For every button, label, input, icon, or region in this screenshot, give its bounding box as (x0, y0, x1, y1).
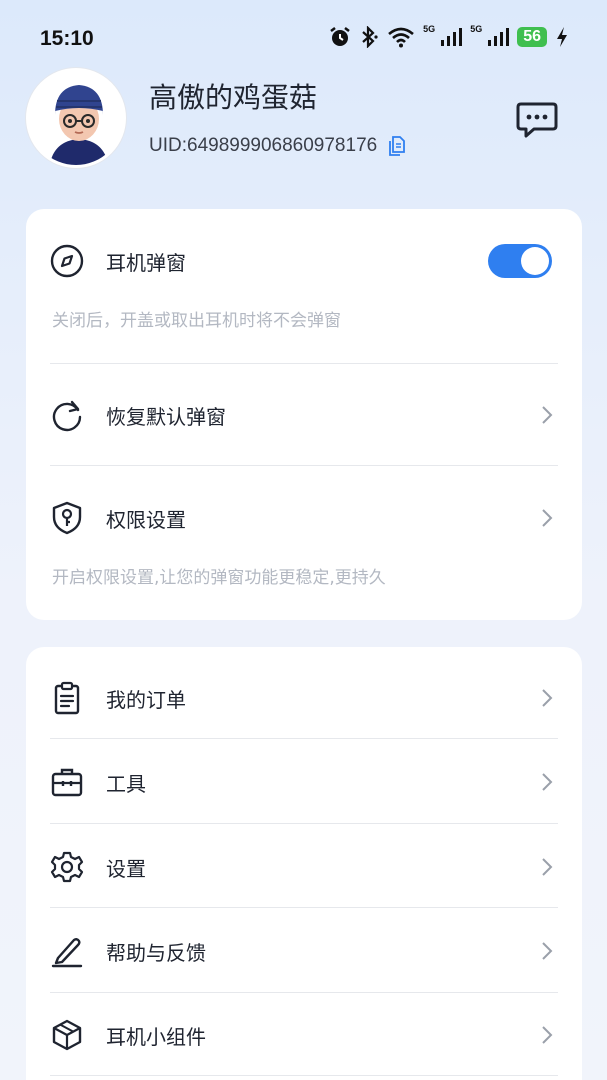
status-icons: 5G 5G 56 (329, 24, 569, 48)
menu-item-label: 我的订单 (106, 687, 186, 712)
cube-icon (50, 1018, 84, 1052)
charging-icon (557, 27, 567, 47)
toolbox-icon (50, 765, 84, 799)
clipboard-icon (50, 681, 84, 715)
avatar[interactable] (26, 68, 126, 168)
divider (50, 738, 558, 739)
chevron-right-icon (542, 773, 553, 791)
message-icon[interactable] (516, 100, 558, 140)
menu-item-help[interactable]: 帮助与反馈 (26, 933, 582, 969)
chevron-right-icon (542, 406, 553, 424)
signal-icon (441, 28, 463, 46)
chevron-right-icon (542, 689, 553, 707)
popup-toggle-hint: 关闭后，开盖或取出耳机时将不会弹窗 (52, 311, 341, 331)
pencil-icon (50, 934, 84, 968)
signal-icon (488, 28, 510, 46)
popup-settings-card: 耳机弹窗 关闭后，开盖或取出耳机时将不会弹窗 恢复默认弹窗 权限设置 开启权限设… (26, 209, 582, 620)
divider (50, 823, 558, 824)
chevron-right-icon (542, 942, 553, 960)
menu-card: 我的订单 工具 设置 帮助与反馈 耳机小组件 (26, 647, 582, 1080)
copy-icon[interactable] (387, 135, 407, 157)
divider (50, 1075, 558, 1076)
popup-toggle-label: 耳机弹窗 (106, 250, 186, 275)
bluetooth-icon (362, 26, 378, 48)
shield-key-icon (50, 501, 84, 535)
divider (50, 992, 558, 993)
refresh-icon (50, 398, 84, 432)
uid-text: UID:649899906860978176 (149, 135, 378, 156)
status-time: 15:10 (40, 27, 94, 50)
menu-item-settings[interactable]: 设置 (26, 849, 582, 885)
menu-item-orders[interactable]: 我的订单 (26, 680, 582, 716)
username: 高傲的鸡蛋菇 (149, 81, 318, 114)
avatar-illustration (29, 71, 123, 165)
network-type-1: 5G (423, 24, 436, 34)
divider (50, 465, 558, 466)
network-type-2: 5G (470, 24, 483, 34)
restore-default-row[interactable]: 恢复默认弹窗 (26, 397, 582, 433)
menu-item-tools[interactable]: 工具 (26, 764, 582, 800)
gear-icon (50, 850, 84, 884)
permissions-hint: 开启权限设置,让您的弹窗功能更稳定,更持久 (52, 568, 386, 588)
uid-row: UID:649899906860978176 (149, 135, 407, 157)
permissions-row[interactable]: 权限设置 (26, 500, 582, 536)
menu-item-label: 工具 (106, 771, 146, 796)
permissions-label: 权限设置 (106, 507, 186, 532)
restore-default-label: 恢复默认弹窗 (106, 404, 226, 429)
popup-toggle-switch[interactable] (488, 244, 552, 278)
chevron-right-icon (542, 509, 553, 527)
battery-icon: 56 (517, 27, 547, 47)
alarm-icon (330, 27, 350, 46)
popup-toggle-row: 耳机弹窗 (26, 243, 582, 279)
chevron-right-icon (542, 1026, 553, 1044)
menu-item-label: 设置 (106, 856, 146, 881)
profile-header: 高傲的鸡蛋菇 UID:649899906860978176 (0, 60, 607, 190)
toggle-knob (521, 247, 549, 275)
divider (50, 363, 558, 364)
menu-item-widget[interactable]: 耳机小组件 (26, 1017, 582, 1053)
menu-item-label: 耳机小组件 (106, 1024, 206, 1049)
menu-item-label: 帮助与反馈 (106, 940, 206, 965)
chevron-right-icon (542, 858, 553, 876)
wifi-icon (388, 27, 415, 48)
divider (50, 907, 558, 908)
compass-icon (50, 244, 84, 278)
